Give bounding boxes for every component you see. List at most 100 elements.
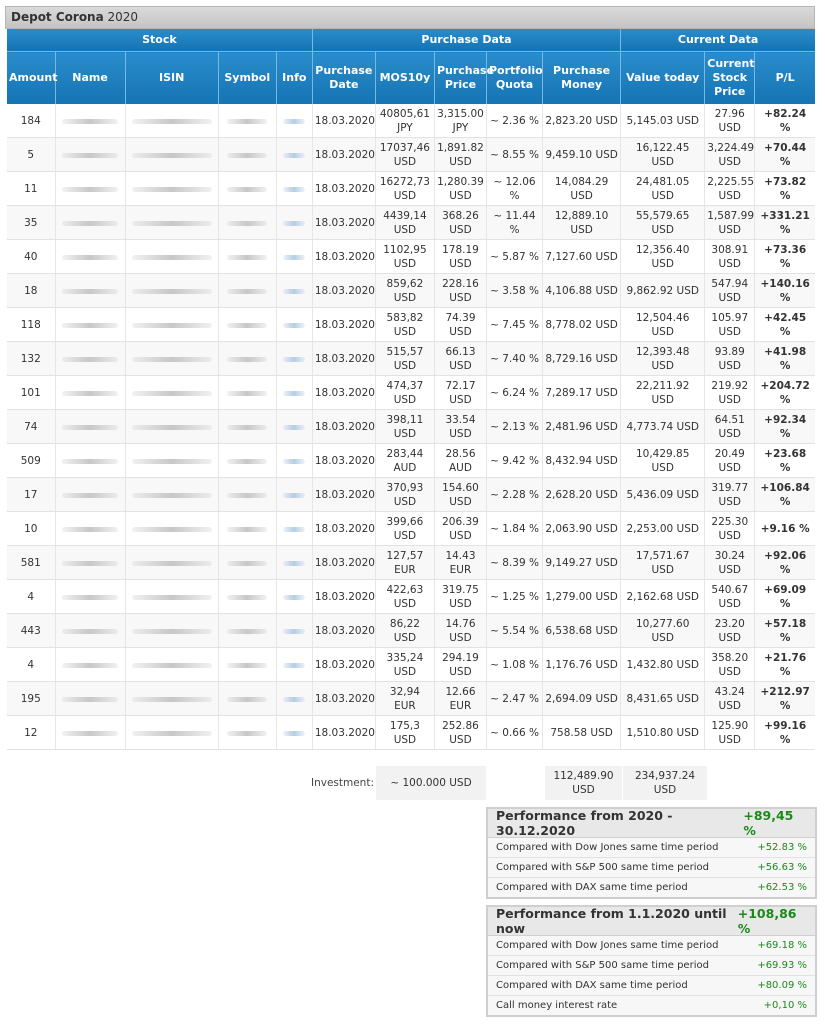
comparison-label: Compared with S&P 500 same time period xyxy=(496,960,709,971)
redacted-name xyxy=(62,594,119,600)
purchase-price-value: 294.19 xyxy=(442,651,479,664)
name-cell xyxy=(54,681,126,716)
pl-value: +204.72 % xyxy=(760,379,810,406)
redacted-info-link[interactable] xyxy=(283,288,306,294)
quota-value: ~ 5.87 % xyxy=(490,250,539,263)
comparison-row: Compared with Dow Jones same time period… xyxy=(488,838,815,858)
purchase-price-cell: 12.66 EUR xyxy=(433,681,487,716)
redacted-isin xyxy=(131,696,212,702)
redacted-info-link[interactable] xyxy=(283,356,306,362)
symbol-cell xyxy=(217,307,277,342)
info-cell xyxy=(275,715,313,750)
redacted-info-link[interactable] xyxy=(283,594,306,600)
table-row: 12 18.03.2020 175,3 USD 252.86 USD ~ 0.66 % 758… xyxy=(7,715,815,750)
mos-currency: USD xyxy=(393,257,417,270)
purchase-date-value: 18.03.2020 xyxy=(314,250,375,263)
comparison-label: Compared with S&P 500 same time period xyxy=(496,862,709,873)
purchase-money-cell: 8,778.02 USD xyxy=(542,307,621,342)
table-row: 17 18.03.2020 370,93 USD 154.60 USD ~ 2.28 % 2,… xyxy=(7,477,815,512)
purchase-date-cell: 18.03.2020 xyxy=(311,613,376,648)
pl-value: +41.98 % xyxy=(764,345,807,372)
redacted-symbol xyxy=(227,118,268,124)
col-current-price[interactable]: Current Stock Price xyxy=(704,51,755,104)
redacted-info-link[interactable] xyxy=(283,492,306,498)
redacted-info-link[interactable] xyxy=(283,560,306,566)
redacted-symbol xyxy=(227,628,268,634)
purchase-money-value: 9,149.27 USD xyxy=(545,556,618,569)
purchase-money-total-value: 112,489.90 xyxy=(553,770,614,782)
col-name[interactable]: Name xyxy=(54,51,126,104)
redacted-info-link[interactable] xyxy=(283,186,306,192)
pl-cell: +21.76 % xyxy=(754,647,815,682)
table-row: 4 18.03.2020 422,63 USD 319.75 USD ~ 1.25 % 1,2… xyxy=(7,579,815,614)
redacted-info-link[interactable] xyxy=(283,696,306,702)
amount-value: 35 xyxy=(24,216,38,229)
purchase-date-cell: 18.03.2020 xyxy=(311,341,376,376)
current-price-value: 43.24 xyxy=(714,685,745,698)
current-price-currency: USD xyxy=(718,461,741,474)
redacted-info-link[interactable] xyxy=(283,220,306,226)
redacted-info-link[interactable] xyxy=(283,424,306,430)
col-value-today[interactable]: Value today xyxy=(620,51,705,104)
redacted-info-link[interactable] xyxy=(283,730,306,736)
redacted-info-link[interactable] xyxy=(283,662,306,668)
amount-value: 443 xyxy=(20,624,41,637)
col-mos[interactable]: MOS10y xyxy=(374,51,435,104)
purchase-money-cell: 1,279.00 USD xyxy=(542,579,621,614)
name-cell xyxy=(54,341,126,376)
redacted-info-link[interactable] xyxy=(283,152,306,158)
name-cell xyxy=(54,104,126,138)
isin-cell xyxy=(124,239,219,274)
pl-cell: +82.24 % xyxy=(754,104,815,138)
purchase-money-cell: 9,459.10 USD xyxy=(542,137,621,172)
mos-currency: USD xyxy=(393,495,417,508)
purchase-date-value: 18.03.2020 xyxy=(314,420,375,433)
redacted-symbol xyxy=(227,492,268,498)
investment-label: Investment: xyxy=(310,777,374,789)
quota-cell: ~ 8.55 % xyxy=(485,137,543,172)
current-price-value: 540.67 xyxy=(711,583,749,596)
comparison-label: Compared with Dow Jones same time period xyxy=(496,940,719,951)
purchase-price-currency: USD xyxy=(449,665,472,678)
col-quota[interactable]: Portfolio Quota xyxy=(485,51,543,104)
col-symbol[interactable]: Symbol xyxy=(217,51,277,104)
col-purchase-date[interactable]: Purchase Date xyxy=(311,51,376,104)
col-info[interactable]: Info xyxy=(275,51,313,104)
mos-value: 583,82 xyxy=(386,311,424,324)
value-today-cell: 1,432.80 USD xyxy=(620,647,705,682)
table-row: 4 18.03.2020 335,24 USD 294.19 USD ~ 1.08 % 1,1… xyxy=(7,647,815,682)
amount-value: 5 xyxy=(27,148,35,161)
mos-value: 40805,61 xyxy=(379,107,430,120)
redacted-info-link[interactable] xyxy=(283,322,306,328)
current-price-currency: USD xyxy=(718,359,741,372)
col-isin[interactable]: ISIN xyxy=(124,51,219,104)
redacted-info-link[interactable] xyxy=(283,526,306,532)
redacted-info-link[interactable] xyxy=(283,458,306,464)
redacted-info-link[interactable] xyxy=(283,628,306,634)
mos-currency: USD xyxy=(393,223,417,236)
current-price-cell: 3,224.49 USD xyxy=(704,137,755,172)
redacted-info-link[interactable] xyxy=(283,254,306,260)
comparison-label: Compared with DAX same time period xyxy=(496,980,688,991)
redacted-info-link[interactable] xyxy=(283,118,306,124)
col-purchase-price[interactable]: Purchase Price xyxy=(433,51,494,104)
info-cell xyxy=(275,409,313,444)
pl-value: +73.36 % xyxy=(764,243,807,270)
current-price-cell: 27.96 USD xyxy=(704,104,755,138)
value-today-value: 2,253.00 USD xyxy=(626,522,699,535)
amount-cell: 509 xyxy=(7,443,56,478)
redacted-info-link[interactable] xyxy=(283,390,306,396)
info-cell xyxy=(275,307,313,342)
value-today-value: 24,481.05 USD xyxy=(635,175,690,202)
mos-cell: 474,37 USD xyxy=(374,375,435,410)
purchase-price-cell: 14.76 USD xyxy=(433,613,487,648)
purchase-price-value: 1,891.82 xyxy=(437,141,484,154)
col-pl[interactable]: P/L xyxy=(754,51,815,104)
purchase-money-cell: 758.58 USD xyxy=(542,715,621,750)
col-purchase-money[interactable]: Purchase Money xyxy=(542,51,621,104)
redacted-name xyxy=(62,390,119,396)
col-amount[interactable]: Amount xyxy=(7,51,57,104)
isin-cell xyxy=(124,613,219,648)
value-today-cell: 8,431.65 USD xyxy=(620,681,705,716)
current-price-cell: 23.20 USD xyxy=(704,613,755,648)
